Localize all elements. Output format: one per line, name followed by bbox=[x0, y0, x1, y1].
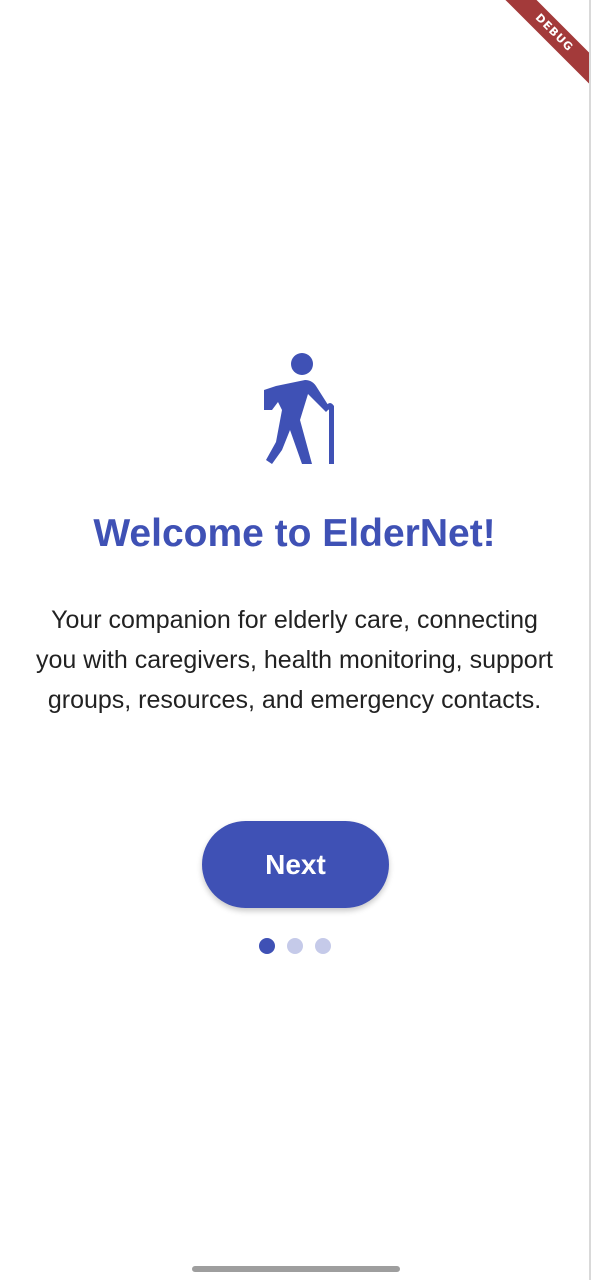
welcome-title: Welcome to ElderNet! bbox=[93, 512, 496, 555]
page-dot-1-active bbox=[258, 938, 275, 954]
next-button[interactable]: Next bbox=[202, 821, 389, 908]
onboarding-content: Welcome to ElderNet! Your companion for … bbox=[0, 0, 589, 1280]
elderly-person-with-cane-icon bbox=[264, 353, 334, 464]
page-dot-3 bbox=[314, 938, 331, 954]
home-indicator[interactable] bbox=[192, 1266, 400, 1272]
welcome-description: Your companion for elderly care, connect… bbox=[36, 606, 553, 714]
onboarding-screen: DEBUG Welcome to ElderNet! Your companio… bbox=[0, 0, 591, 1280]
page-indicator bbox=[0, 938, 589, 954]
page-dot-2 bbox=[286, 938, 303, 954]
